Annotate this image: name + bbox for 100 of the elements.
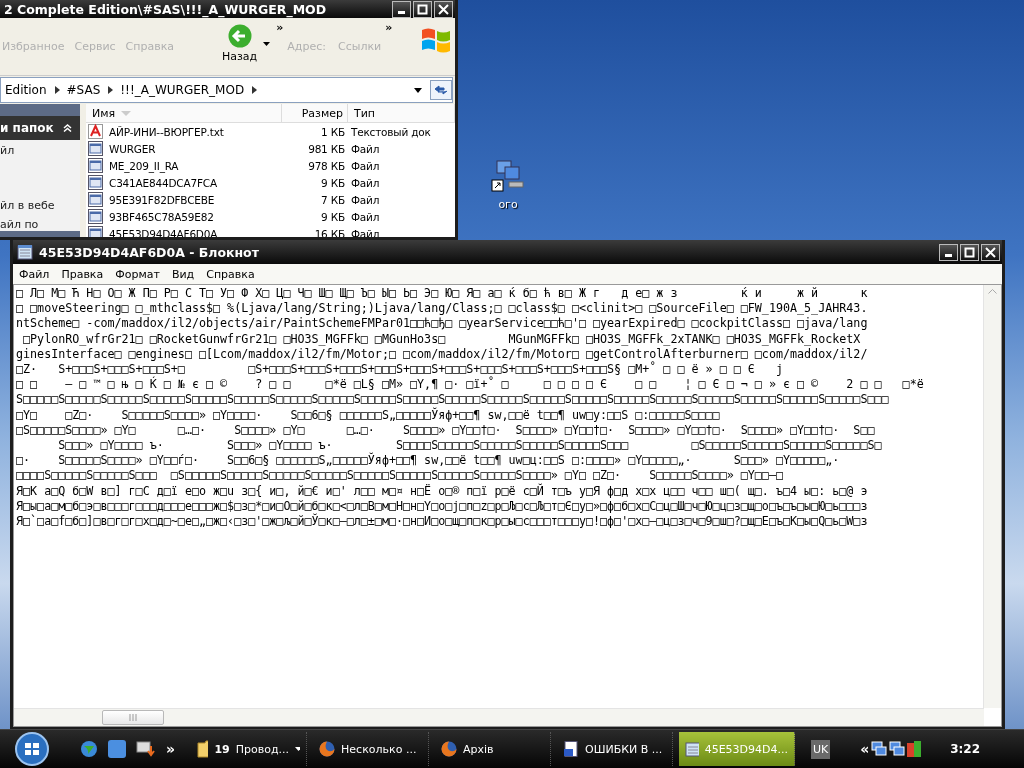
grip-icon: [129, 714, 137, 721]
taskbar-button[interactable]: 19 Провод...: [191, 732, 308, 766]
file-name-cell[interactable]: C341AE844DCA7FCA: [86, 174, 282, 191]
vertical-scrollbar[interactable]: [983, 285, 1001, 708]
column-header[interactable]: Размер: [282, 104, 348, 123]
network-icon[interactable]: [871, 741, 888, 757]
start-button[interactable]: [12, 731, 52, 767]
caret-icon: [295, 747, 301, 751]
close-button[interactable]: [981, 243, 1000, 261]
language-indicator[interactable]: UK: [811, 739, 831, 759]
file-name-cell[interactable]: 45E53D94D4AF6D0A: [86, 225, 282, 237]
file-name-cell[interactable]: WURGER: [86, 140, 282, 157]
task-label: Несколько ...: [341, 742, 417, 756]
tasks-header-title: и папок: [0, 121, 54, 135]
taskbar-button[interactable]: Архів: [435, 732, 552, 766]
breadcrumb-item[interactable]: #SAS: [62, 83, 105, 97]
text-line: Я□ы□а□м□б□э□в□□□г□□□д□□□е□□□ж□$□з□*□и□О□й□б□к□<□л□В□м□Н□н□Y□о□ј□п□z□р□Љ□с□Љ□т□Є□у□»□ф□б□х□С□ц□Ш□ч□Ю□ц□з□щ□о□ъ□ъ□ы□Ю□ь□□□з: [16, 498, 868, 514]
text-line: □□□□S□□□□□S□□□□□S□□□ □S□□□□□S□□□□□S□□□□□S□□□□□S□□□□□S□□□□□S□□□□□S□□□□□S□□□□» □Y□ □Z□· S□□□□□S□□□□» □Y□□–□: [16, 468, 783, 483]
window-count: 19: [214, 742, 230, 756]
menu-item[interactable]: Формат: [111, 267, 164, 281]
collapse-icon[interactable]: [63, 124, 72, 132]
minimize-icon: [945, 253, 952, 257]
notepad-icon: [17, 244, 33, 260]
scroll-thumb[interactable]: [102, 710, 164, 725]
file-type: Файл: [350, 210, 381, 223]
text-line: Я□К а□Q б□W в□] г□С д□ї е□о ж□u з□{ и□, й□€ и□' л□□ м□¤ н□Ё о□® п□ї р□ё с□Й т□ъ у□Я ф□д х□х ц□□ ч□□ ш□( щ□. ъ□4 ы□: ь□@ э: [16, 483, 868, 499]
more-chevron[interactable]: »: [276, 21, 284, 75]
file-name-cell[interactable]: 95E391F82DFBCEBE: [86, 191, 282, 208]
text-line: ntScheme□ -com/maddox/il2/objects/air/PaintSchemeFMPar01□□ћ□ђ□ □yearService□□ћ□'□ □yearExpired□ □cockpitClass□ □java/lang: [16, 316, 868, 332]
text-line: □ □ — □ ™ □ њ □ Ќ □ № є □ © ? □ □ □*ё □L§ □M» □Y,¶ □· □ї+˚ □ □ □ □ □ Є □ □ ¦ □ Є □ ¬ □ » є □ © 2 □ □ □*ё: [16, 377, 924, 393]
task-label: ОШИБКИ В ...: [585, 742, 663, 756]
file-name: 45E53D94D4AF6D0A: [108, 227, 219, 237]
file-type: Текстовый док: [350, 125, 432, 138]
text-line: ginesInterface□ □engines□ □[Lcom/maddox/il2/fm/Motor;□ □com/maddox/il2/fm/Motor□ □getControlAfterburner□ □com/maddox/il2/: [16, 346, 868, 362]
task-link[interactable]: айл по: [0, 218, 80, 231]
file-type: Файл: [350, 176, 381, 189]
notepad-icon: [685, 741, 699, 757]
computer-download-icon[interactable]: [136, 740, 156, 758]
horizontal-scrollbar[interactable]: [14, 708, 984, 726]
window-title: 2 Complete Edition\#SAS\!!!_A_WURGER_MOD: [4, 1, 328, 17]
menu-item[interactable]: Правка: [57, 267, 108, 281]
globe-icon[interactable]: [80, 740, 98, 758]
task-link[interactable]: йл в вебе: [0, 199, 80, 212]
folder-icon: [197, 740, 209, 758]
quick-launch-more[interactable]: »: [166, 741, 176, 757]
menu-item[interactable]: Файл: [15, 267, 54, 281]
file-size: 1 КБ: [320, 125, 346, 138]
app-tile-icon[interactable]: [108, 740, 126, 758]
task-link[interactable]: йл: [0, 144, 80, 157]
fox-globe-icon: [441, 741, 458, 757]
text-line: □Y□ □Z□· S□□□□□S□□□□» □Y□□□□· S□□6□§ □□□□□□S„□□□□□Ўяф+□□¶ sw,□□ё t□□¶ uw□y:□□S □:□□□□□S□□□□: [16, 407, 720, 423]
text-line: S□□□□□S□□□□□S□□□□□S□□□□□S□□□□□S□□□□□S□□□□□S□□□□□S□□□□□S□□□□□S□□□□□S□□□□□S□□□□□S□□□□□S□□□□□S□□□□□S□□□□□S□□□□□S□□□□□S□□□□□S□□□: [16, 392, 889, 407]
file-name-cell[interactable]: ME_209_II_RA: [86, 157, 282, 174]
breadcrumb-item[interactable]: Edition: [1, 83, 51, 97]
file-type: Файл: [350, 227, 381, 237]
colorful-app-icon[interactable]: [907, 741, 922, 757]
minimize-button[interactable]: [939, 243, 958, 261]
desktop-icon-label[interactable]: ого: [498, 198, 518, 211]
file-size: 978 КБ: [307, 159, 346, 172]
maximize-button[interactable]: [413, 0, 432, 18]
file-name: C341AE844DCA7FCA: [108, 176, 218, 189]
caret-icon[interactable]: [263, 42, 271, 46]
file-name: 95E391F82DFBCEBE: [108, 193, 216, 206]
address-label: Адрес:: [287, 40, 326, 53]
file-name: ME_209_II_RA: [108, 159, 180, 172]
breadcrumb-item[interactable]: !!!_A_WURGER_MOD: [116, 83, 249, 97]
maximize-icon: [417, 3, 428, 15]
text-line: □PylonRO_wfrGr21□ □RocketGunwfrGr21□ □HO3S_MGFFk□ □MGunHo3s□ MGunMGFFk□ □HO3S_MGFFk_2xTANK□ □HO3S_MGFFk_RocketX: [22, 331, 861, 347]
back-button[interactable]: Назад: [220, 22, 260, 66]
minimize-icon: [398, 10, 405, 14]
text-line: □S□□□□□S□□□□» □Y□ □…□· S□□□□» □Y□ □…□· S□□□□» □Y□□†□· S□□□□» □Y□□†□· S□□□□» □Y□□†□· S□□□□» □Y□□†□· S□□: [16, 422, 875, 439]
clock: 3:22: [950, 742, 980, 756]
more-chevron[interactable]: »: [385, 21, 393, 75]
task-label: Провод...: [235, 742, 290, 756]
close-button[interactable]: [434, 0, 453, 18]
column-header[interactable]: Имя: [86, 104, 282, 123]
text-line: □ □moveSteering□ □_mthclass$□ %(Ljava/lang/String;)Ljava/lang/Class;□ □class$□ □<clinit>□ □SourceFile□ □FW_190A_5_JAHR43.: [16, 301, 868, 317]
minimize-button[interactable]: [392, 0, 411, 18]
file-name: 93BF465C78A59E82: [108, 210, 215, 223]
file-type: Файл: [350, 142, 381, 155]
file-size: 9 КБ: [320, 176, 346, 189]
taskbar-button[interactable]: Несколько ...: [313, 732, 430, 766]
close-icon: [438, 3, 449, 15]
taskbar-button[interactable]: ОШИБКИ В ...: [557, 732, 674, 766]
file-type: Файл: [350, 159, 381, 172]
file-type: Файл: [350, 193, 381, 206]
network-icon[interactable]: [889, 741, 906, 757]
text-line: S□□□» □Y□□□□ ъ· S□□□» □Y□□□□ ъ· S□□□□S□□□□□S□□□□□S□□□□□S□□□□□S□□□ □S□□□□□S□□□□□S□□□□□S□□□□□S□: [57, 438, 882, 453]
menu-item[interactable]: Вид: [167, 267, 199, 281]
file-name-cell[interactable]: 93BF465C78A59E82: [86, 208, 282, 225]
dropdown-caret-icon[interactable]: [414, 87, 422, 93]
maximize-button[interactable]: [960, 243, 979, 261]
computers-shortcut-icon[interactable]: [491, 160, 525, 192]
maximize-icon: [964, 246, 975, 258]
file-name-cell[interactable]: АЙР-ИНИ--ВЮРГЕР.txt: [86, 123, 282, 140]
menu-item[interactable]: Справка: [202, 267, 259, 281]
tray-expand[interactable]: «: [860, 741, 870, 757]
column-header[interactable]: Тип: [348, 104, 455, 123]
tasks-header[interactable]: и папок: [0, 116, 80, 140]
file-size: 981 КБ: [307, 142, 346, 155]
